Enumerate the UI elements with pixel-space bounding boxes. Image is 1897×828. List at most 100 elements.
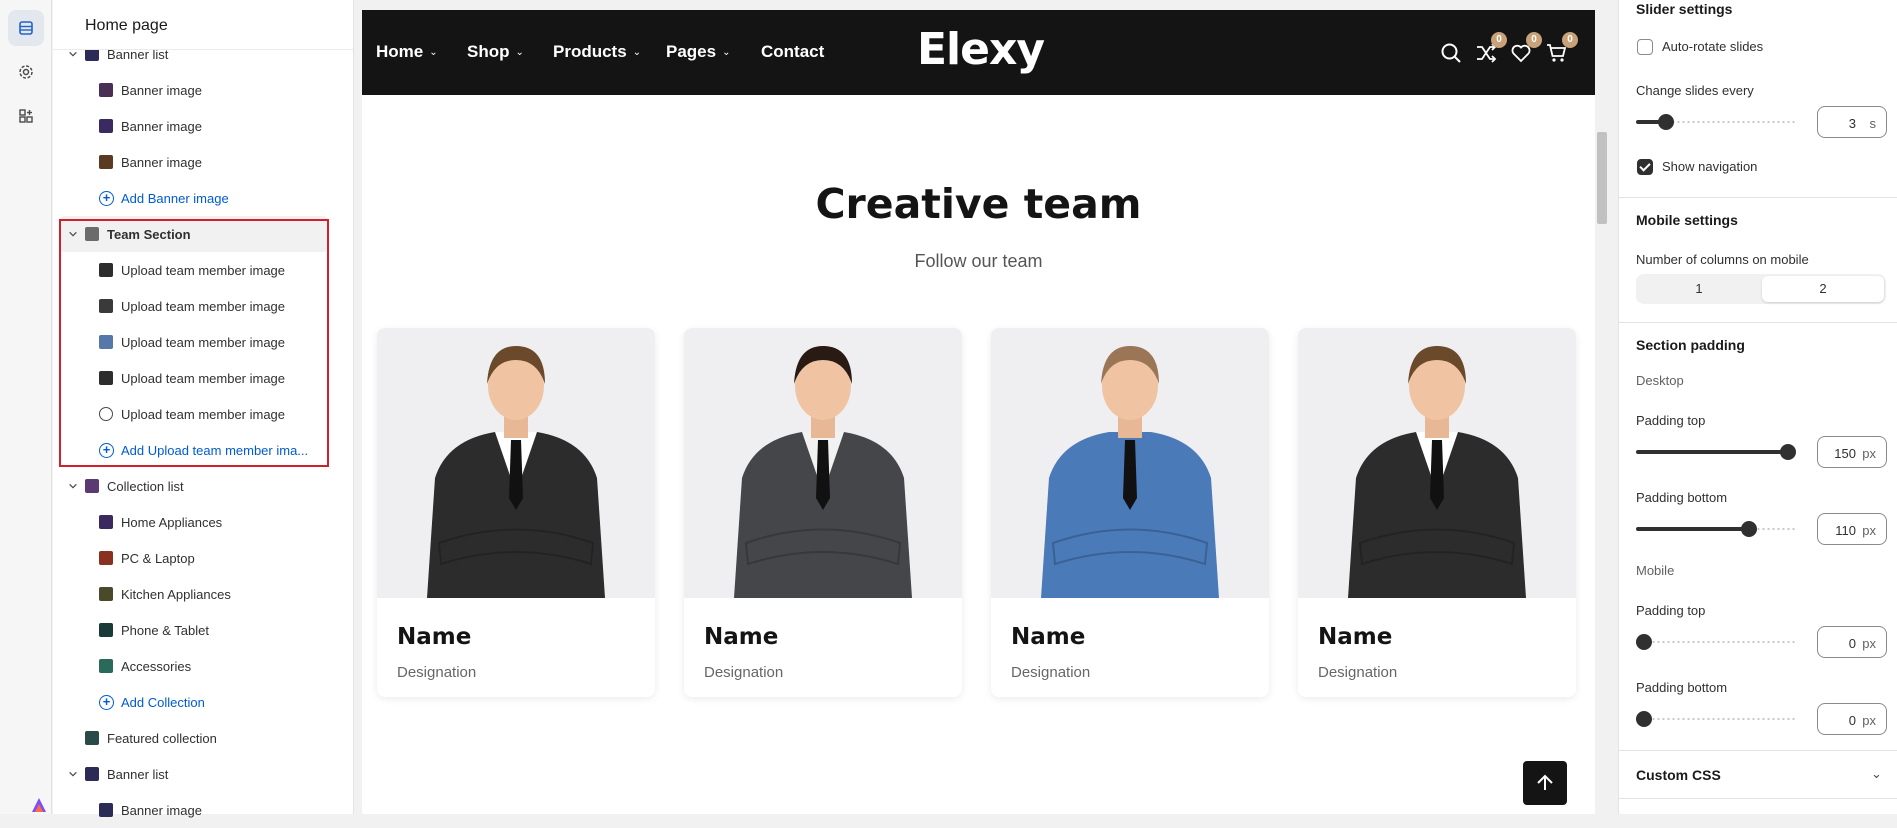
preview-scrollbar-thumb[interactable]: [1597, 132, 1607, 224]
desktop-padding-bottom-input[interactable]: 110 px: [1817, 513, 1887, 545]
tree-block-row[interactable]: Home Appliances: [53, 504, 337, 540]
tree-row-label: Home Appliances: [121, 514, 223, 530]
divider: [1618, 197, 1897, 198]
team-member-photo: [377, 328, 655, 598]
chevron-down-icon[interactable]: ⌄: [1871, 766, 1882, 782]
auto-rotate-checkbox[interactable]: [1637, 39, 1653, 55]
tree-row-label: PC & Laptop: [121, 550, 195, 566]
change-slides-slider[interactable]: [1636, 114, 1796, 130]
tree-block-row[interactable]: Banner image: [53, 144, 337, 180]
compare-shuffle-icon[interactable]: 0: [1475, 32, 1507, 64]
apps-icon[interactable]: [8, 98, 44, 134]
tree-row-label: Banner image: [121, 802, 202, 818]
team-member-photo: [991, 328, 1269, 598]
mobile-padding-top-input[interactable]: 0 px: [1817, 626, 1887, 658]
show-navigation-label: Show navigation: [1662, 159, 1758, 174]
chevron-down-icon[interactable]: [67, 768, 79, 780]
mobile-padding-top-slider[interactable]: [1636, 634, 1796, 650]
divider: [1618, 750, 1897, 751]
desktop-padding-top-slider[interactable]: [1636, 444, 1796, 460]
cart-icon[interactable]: 0: [1546, 32, 1578, 64]
nav-shop[interactable]: Shop ⌄: [467, 42, 524, 62]
tree-row-label: Banner image: [121, 118, 202, 134]
tree-add-row[interactable]: + Add Banner image: [53, 180, 337, 216]
tree-row-label: Accessories: [121, 658, 192, 674]
tree-row-label: Banner list: [107, 766, 169, 782]
search-icon[interactable]: [1440, 42, 1462, 64]
mobile-padding-bottom-label: Padding bottom: [1636, 680, 1728, 695]
thumbnail-image: [99, 623, 113, 637]
team-member-designation: Designation: [704, 664, 784, 681]
team-member-card[interactable]: Name Designation: [991, 328, 1269, 697]
tree-block-row[interactable]: Phone & Tablet: [53, 612, 337, 648]
team-section-title: Creative team: [815, 180, 1142, 228]
tree-add-row[interactable]: + Add Collection: [53, 684, 337, 720]
tree-group-row[interactable]: Collection list: [53, 468, 337, 504]
tree-section-row[interactable]: Featured collection: [53, 720, 337, 756]
tree-block-row[interactable]: Kitchen Appliances: [53, 576, 337, 612]
plus-circle-icon: +: [99, 190, 114, 206]
thumbnail-image: [99, 155, 113, 169]
nav-home[interactable]: Home ⌄: [376, 42, 438, 62]
divider: [1618, 322, 1897, 323]
team-member-designation: Designation: [397, 664, 477, 681]
team-member-card[interactable]: Name Designation: [684, 328, 962, 697]
plus-circle-icon: +: [99, 694, 114, 710]
tree-row-label: Collection list: [107, 478, 184, 494]
tree-block-row[interactable]: PC & Laptop: [53, 540, 337, 576]
tree-row-label: Add Collection: [121, 694, 205, 710]
team-member-name: Name: [1318, 624, 1393, 650]
cart-count-badge: 0: [1562, 32, 1578, 48]
wishlist-count-badge: 0: [1526, 32, 1542, 48]
highlight-box-team-section: [59, 219, 329, 467]
team-member-card[interactable]: Name Designation: [377, 328, 655, 697]
chevron-down-icon[interactable]: [67, 480, 79, 492]
change-slides-input[interactable]: 3s: [1817, 106, 1887, 138]
tree-block-row[interactable]: Banner image: [53, 72, 337, 108]
nav-pages[interactable]: Pages ⌄: [666, 42, 730, 62]
team-member-designation: Designation: [1318, 664, 1398, 681]
thumbnail-image: [99, 659, 113, 673]
person-tie: [509, 440, 523, 510]
mobile-settings-heading: Mobile settings: [1636, 212, 1738, 228]
store-logo[interactable]: Elexy: [917, 24, 1045, 75]
tree-block-row[interactable]: Accessories: [53, 648, 337, 684]
mobile-padding-bottom-slider[interactable]: [1636, 711, 1796, 727]
thumbnail-image: [99, 803, 113, 817]
desktop-label: Desktop: [1636, 373, 1684, 388]
slider-settings-heading: Slider settings: [1636, 1, 1733, 17]
nav-products[interactable]: Products ⌄: [553, 42, 641, 62]
nav-contact[interactable]: Contact: [761, 42, 824, 62]
desktop-padding-top-input[interactable]: 150 px: [1817, 436, 1887, 468]
columns-option-1[interactable]: 1: [1638, 276, 1760, 302]
tree-row-label: Featured collection: [107, 730, 217, 746]
thumbnail-image: [99, 119, 113, 133]
compare-count-badge: 0: [1491, 32, 1507, 48]
desktop-padding-bottom-slider[interactable]: [1636, 521, 1796, 537]
preview-scrollbar[interactable]: [1595, 10, 1607, 814]
custom-css-toggle[interactable]: Custom CSS: [1636, 767, 1721, 783]
person-tie: [1430, 440, 1444, 510]
show-navigation-checkbox[interactable]: [1637, 159, 1653, 175]
mobile-padding-bottom-input[interactable]: 0 px: [1817, 703, 1887, 735]
tree-block-row[interactable]: Banner image: [53, 792, 337, 828]
mobile-padding-top-label: Padding top: [1636, 603, 1706, 618]
icon-rail: [0, 0, 52, 814]
back-to-top-button[interactable]: [1523, 761, 1567, 805]
columns-option-2[interactable]: 2: [1762, 276, 1884, 302]
settings-gear-icon[interactable]: [8, 54, 44, 90]
wishlist-heart-icon[interactable]: 0: [1510, 32, 1542, 64]
tree-block-row[interactable]: Banner image: [53, 108, 337, 144]
tree-header: Home page: [53, 0, 353, 50]
desktop-padding-bottom-label: Padding bottom: [1636, 490, 1728, 505]
change-slides-label: Change slides every: [1636, 83, 1754, 98]
columns-mobile-segmented: 1 2: [1636, 274, 1886, 304]
team-member-card[interactable]: Name Designation: [1298, 328, 1576, 697]
chevron-down-icon: ⌄: [632, 47, 642, 58]
team-member-photo: [684, 328, 962, 598]
sections-icon[interactable]: [8, 10, 44, 46]
tree-group-row[interactable]: Banner list: [53, 756, 337, 792]
team-section-subtitle: Follow our team: [914, 251, 1043, 271]
person-tie: [1123, 440, 1137, 510]
thumbnail-image: [99, 587, 113, 601]
